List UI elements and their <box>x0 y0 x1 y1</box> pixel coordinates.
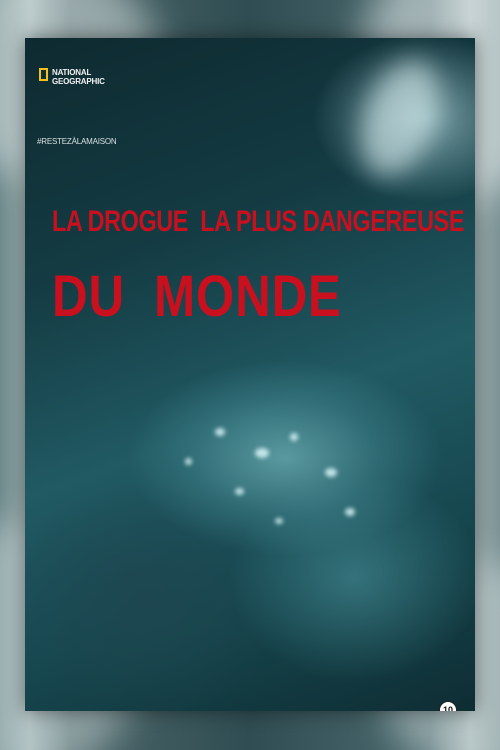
sparkle <box>345 508 355 516</box>
national-geographic-logo: NATIONAL GEOGRAPHIC <box>39 68 105 86</box>
age-rating-badge: 10 <box>439 701 457 711</box>
light-streak <box>346 49 454 187</box>
sparkle <box>185 458 192 465</box>
sparkle <box>290 433 298 441</box>
title-line-2: DU MONDE <box>52 264 342 329</box>
logo-line-2: GEOGRAPHIC <box>52 77 105 86</box>
sparkle <box>215 428 225 436</box>
logo-text: NATIONAL GEOGRAPHIC <box>52 68 105 86</box>
sparkle <box>275 518 283 524</box>
sparkle <box>255 448 269 458</box>
sparkle <box>235 488 244 495</box>
sparkle <box>325 468 337 477</box>
title-line-1: LA DROGUE LA PLUS DANGEREUSE <box>52 205 465 238</box>
poster-canvas: NATIONAL GEOGRAPHIC #RESTEZÀLAMAISON LA … <box>0 0 500 750</box>
hashtag: #RESTEZÀLAMAISON <box>37 137 117 146</box>
logo-line-1: NATIONAL <box>52 68 92 77</box>
yellow-rectangle-icon <box>39 68 48 81</box>
poster-image: NATIONAL GEOGRAPHIC #RESTEZÀLAMAISON LA … <box>25 38 475 711</box>
